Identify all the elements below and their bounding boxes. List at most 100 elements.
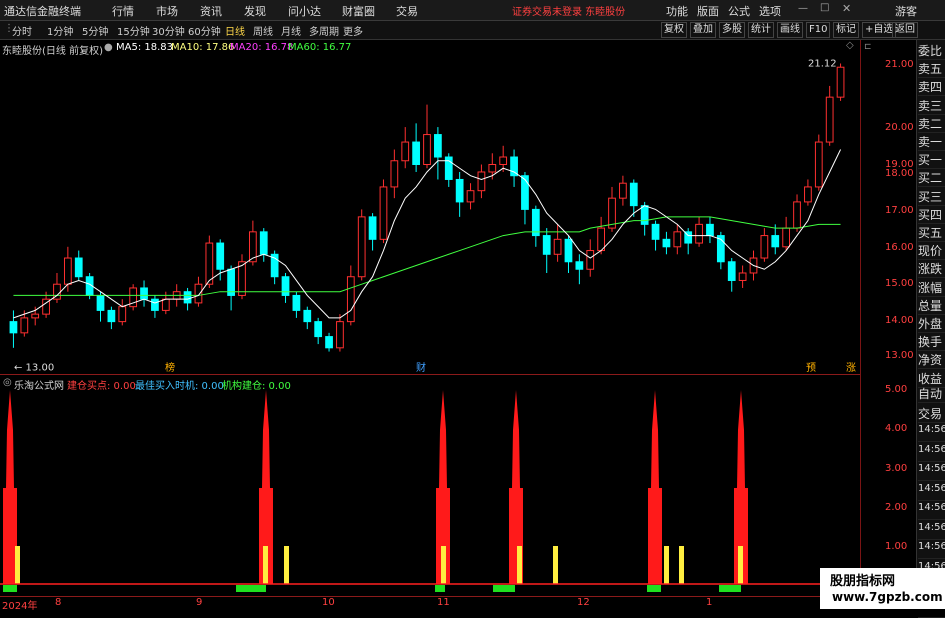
side-item[interactable]: 卖一 <box>918 133 945 151</box>
side-item[interactable]: 涨幅 <box>918 279 945 297</box>
candle-body <box>586 250 595 270</box>
period-60min[interactable]: 60分钟 <box>188 23 221 38</box>
side-item[interactable]: 买三 <box>918 188 945 206</box>
menu-wealth[interactable]: 财富圈 <box>342 3 375 19</box>
close-icon[interactable]: ✕ <box>842 2 851 15</box>
menu-options[interactable]: 选项 <box>759 3 781 19</box>
candle-body <box>281 276 290 296</box>
adjust-button[interactable]: 复权 <box>661 22 687 38</box>
period-monthly[interactable]: 月线 <box>281 23 301 38</box>
period-30min[interactable]: 30分钟 <box>152 23 185 38</box>
candle-body <box>292 294 301 311</box>
period-1min[interactable]: 1分钟 <box>47 23 73 38</box>
indicator-chart[interactable] <box>0 390 860 594</box>
menu-market[interactable]: 市场 <box>156 3 178 19</box>
login-alert[interactable]: 证券交易未登录 东睦股份 <box>512 3 625 18</box>
candle-body <box>738 272 747 281</box>
stock-name[interactable]: 东睦股份(日线 前复权) <box>2 42 103 57</box>
side-item[interactable]: 买二 <box>918 169 945 188</box>
candle-body <box>575 261 584 270</box>
candle-body <box>825 96 834 143</box>
side-item[interactable]: 买四 <box>918 206 945 224</box>
side-item[interactable]: 换手 <box>918 333 945 352</box>
guest-label[interactable]: 游客 <box>895 3 917 19</box>
inst-signal-block <box>719 585 741 592</box>
side-item[interactable]: 委比 <box>918 42 945 60</box>
side-time-item: 14:56 <box>918 444 945 462</box>
indicator-settings-icon[interactable]: ◎ <box>3 377 12 388</box>
candle-body <box>346 276 355 323</box>
menu-formula[interactable]: 公式 <box>728 3 750 19</box>
inst-signal-block <box>435 585 445 592</box>
diamond-icon[interactable]: ◇ <box>846 40 854 51</box>
candle-body <box>836 66 845 98</box>
menu-ask[interactable]: 问小达 <box>288 3 321 19</box>
price-tick-14: 14.00 <box>885 315 914 326</box>
menu-function[interactable]: 功能 <box>666 3 688 19</box>
candle-body <box>20 317 29 334</box>
candle-body <box>597 227 606 252</box>
side-item[interactable]: 卖五 <box>918 60 945 79</box>
candle-body <box>782 227 791 248</box>
candle-body <box>325 336 333 349</box>
menu-layout[interactable]: 版面 <box>697 3 719 19</box>
side-item[interactable]: 买一 <box>918 151 945 170</box>
candle-body <box>553 238 562 255</box>
side-item[interactable]: 总量 <box>918 297 945 315</box>
event-marker: 榜 <box>165 361 175 374</box>
best-time-bar <box>679 546 684 584</box>
best-time-bar <box>553 546 558 584</box>
price-tick-13: 13.00 <box>885 350 914 361</box>
ind-tick-5: 5.00 <box>885 384 908 395</box>
candle-body <box>651 223 660 240</box>
menu-trade[interactable]: 交易 <box>396 3 418 19</box>
candlestick-chart[interactable]: 21.12 ← 13.00 榜 财 预 涨 <box>0 56 860 374</box>
period-multi[interactable]: 多周期 <box>309 23 339 38</box>
side-item[interactable]: 卖四 <box>918 78 945 97</box>
side-item[interactable]: 现价 <box>918 242 945 261</box>
side-item[interactable]: 卖二 <box>918 115 945 133</box>
candle-body <box>96 294 105 311</box>
menu-quotes[interactable]: 行情 <box>112 3 134 19</box>
low-price-label: ← 13.00 <box>14 363 54 374</box>
period-daily[interactable]: 日线 <box>225 23 245 38</box>
side-item[interactable]: 涨跌 <box>918 260 945 279</box>
maximize-icon[interactable]: □ <box>820 2 829 13</box>
draw-button[interactable]: 画线 <box>777 22 803 38</box>
site-watermark: 股朋指标网 www.7gpzb.com <box>820 568 945 609</box>
candle-body <box>499 156 508 165</box>
stats-button[interactable]: 统计 <box>748 22 774 38</box>
menu-discover[interactable]: 发现 <box>244 3 266 19</box>
minimize-icon[interactable]: — <box>798 3 808 14</box>
period-15min[interactable]: 15分钟 <box>117 23 150 38</box>
period-weekly[interactable]: 周线 <box>253 23 273 38</box>
side-time-item: 14:56 <box>918 424 945 442</box>
indicator-svg[interactable] <box>0 390 860 594</box>
price-tick-17: 17.00 <box>885 205 914 216</box>
side-item[interactable]: 净资 <box>918 351 945 370</box>
candlestick-svg[interactable]: 21.12 ← 13.00 榜 财 预 涨 <box>0 56 860 374</box>
candle-body <box>793 201 801 229</box>
overlay-button[interactable]: 叠加 <box>690 22 716 38</box>
menu-news[interactable]: 资讯 <box>200 3 222 19</box>
mark-button[interactable]: 标记 <box>833 22 859 38</box>
back-button[interactable]: 返回 <box>892 22 918 38</box>
ma-settings-icon[interactable]: ● <box>104 42 113 53</box>
candle-body <box>466 190 475 203</box>
multi-stock-button[interactable]: 多股 <box>719 22 745 38</box>
period-5min[interactable]: 5分钟 <box>82 23 108 38</box>
side-time-item: 14:56 <box>918 502 945 520</box>
period-more[interactable]: 更多 <box>343 23 363 38</box>
f10-button[interactable]: F10 <box>806 22 831 38</box>
watermark-title: 股朋指标网 <box>830 574 896 589</box>
side-item[interactable]: 卖三 <box>918 97 945 115</box>
period-timeshare[interactable]: 分时 <box>12 23 32 38</box>
candle-body <box>390 160 399 188</box>
candle-body <box>510 156 518 177</box>
side-item[interactable]: 外盘 <box>918 315 945 333</box>
side-item[interactable]: 买五 <box>918 224 945 242</box>
app-title: 通达信金融终端 <box>4 5 81 18</box>
best-time-bar <box>441 546 446 584</box>
candle-body <box>640 205 649 225</box>
event-marker: 财 <box>416 361 426 374</box>
